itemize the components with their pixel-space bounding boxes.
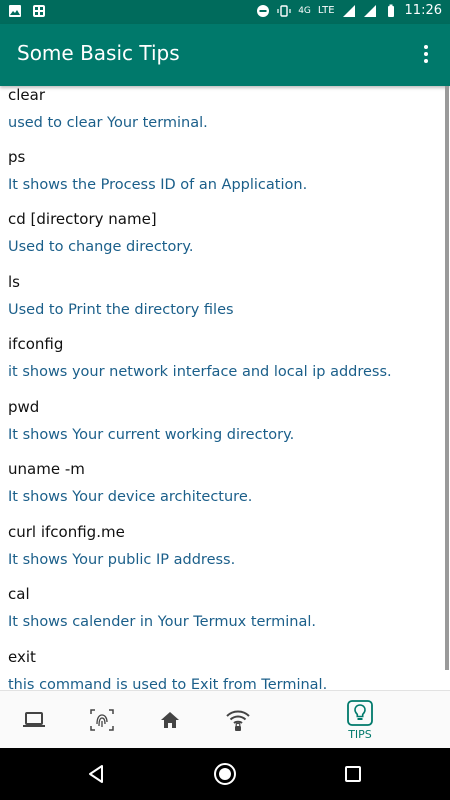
tip-description: Used to change directory. <box>8 239 194 255</box>
tip-command: exit <box>8 648 36 666</box>
back-icon[interactable] <box>86 764 106 784</box>
tip-description: It shows Your current working directory. <box>8 427 295 443</box>
tip-description: It shows calender in Your Termux termina… <box>8 614 316 630</box>
tip-description: this command is used to Exit from Termin… <box>8 677 328 690</box>
laptop-icon <box>23 712 45 727</box>
tip-description: It shows Your public IP address. <box>8 552 236 568</box>
signal-icon <box>342 4 355 17</box>
home-circle-icon[interactable] <box>213 762 237 786</box>
tip-command: ls <box>8 273 20 291</box>
tip-description: It shows Your device architecture. <box>8 489 253 505</box>
bottom-navigation: TIPS <box>0 690 450 749</box>
network-4g-label: 4G <box>298 5 311 16</box>
tips-list[interactable]: clear used to clear Your terminal. ps It… <box>0 86 450 690</box>
tip-command: cal <box>8 585 30 603</box>
wifi-lock-icon <box>226 710 250 731</box>
nav-item-home[interactable] <box>148 691 192 749</box>
tip-command: ps <box>8 148 26 166</box>
lightbulb-icon <box>347 699 373 726</box>
do-not-disturb-icon <box>257 4 270 17</box>
tip-command: ifconfig <box>8 335 64 353</box>
recents-icon[interactable] <box>344 765 362 783</box>
tip-command: cd [directory name] <box>8 210 157 228</box>
clock: 11:26 <box>404 3 442 18</box>
tip-description: used to clear Your terminal. <box>8 115 208 131</box>
app-grid-icon <box>33 5 45 17</box>
system-navigation-bar <box>0 748 450 800</box>
home-icon <box>161 712 179 728</box>
tip-command: curl ifconfig.me <box>8 523 125 541</box>
more-vert-icon[interactable] <box>414 43 438 67</box>
nav-item-tips[interactable]: TIPS <box>335 691 385 749</box>
signal-icon <box>363 4 376 17</box>
vibrate-icon <box>277 4 291 17</box>
tip-description: It shows the Process ID of an Applicatio… <box>8 177 308 193</box>
fingerprint-icon <box>90 709 114 731</box>
app-bar: Some Basic Tips <box>0 24 450 86</box>
battery-icon <box>387 4 394 17</box>
tip-description: it shows your network interface and loca… <box>8 364 392 380</box>
status-bar: 4G LTE 11:26 <box>0 0 450 24</box>
scrollbar[interactable] <box>445 86 449 670</box>
page-title: Some Basic Tips <box>17 41 180 65</box>
nav-label-tips: TIPS <box>348 727 372 741</box>
tip-command: uname -m <box>8 460 85 478</box>
network-lte-label: LTE <box>317 5 335 16</box>
tip-command: clear <box>8 86 46 104</box>
nav-item-fingerprint[interactable] <box>80 691 124 749</box>
tip-command: pwd <box>8 398 40 416</box>
nav-item-laptop[interactable] <box>12 691 56 749</box>
image-icon <box>9 5 21 17</box>
nav-item-wifi[interactable] <box>216 691 260 749</box>
tip-description: Used to Print the directory files <box>8 302 234 318</box>
